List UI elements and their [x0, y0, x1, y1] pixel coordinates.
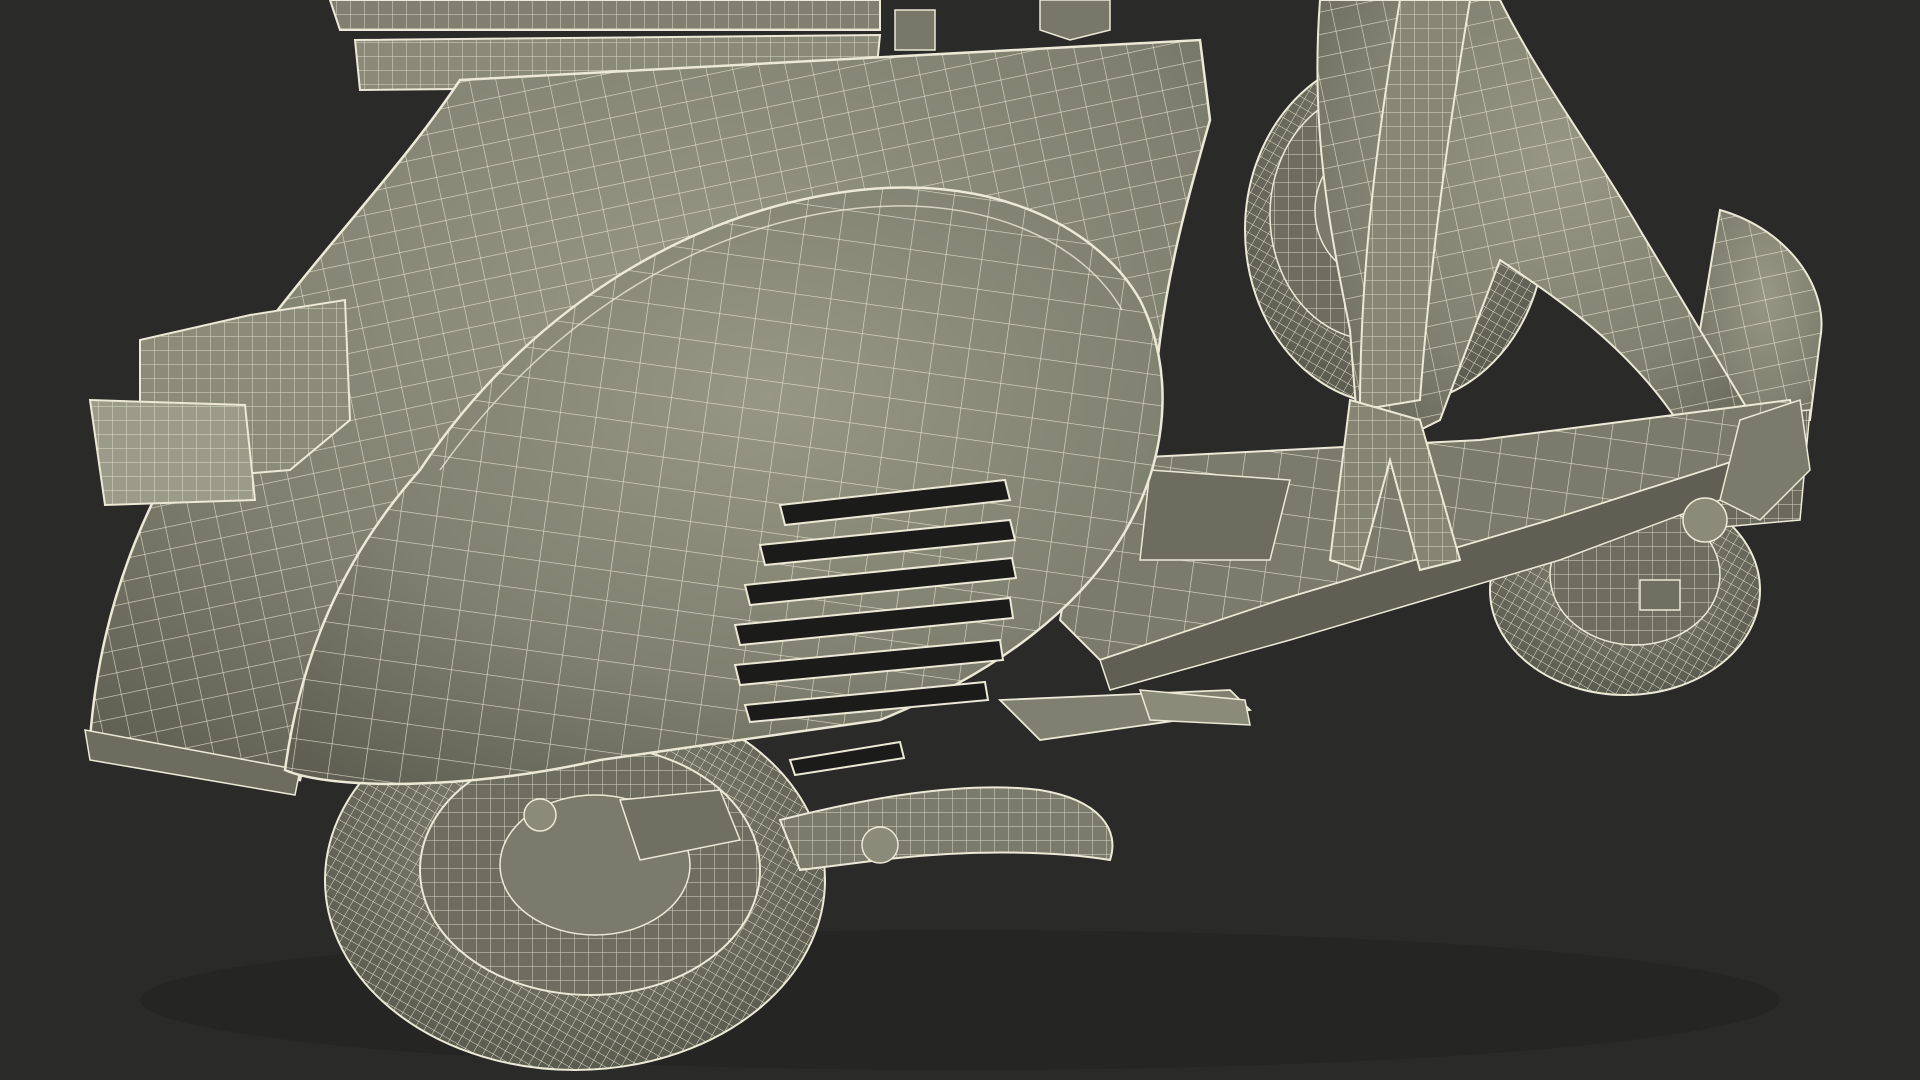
render-viewport: [0, 0, 1920, 1080]
leg-shield: [1316, 0, 1762, 462]
scooter-render: [84, 0, 1823, 1071]
